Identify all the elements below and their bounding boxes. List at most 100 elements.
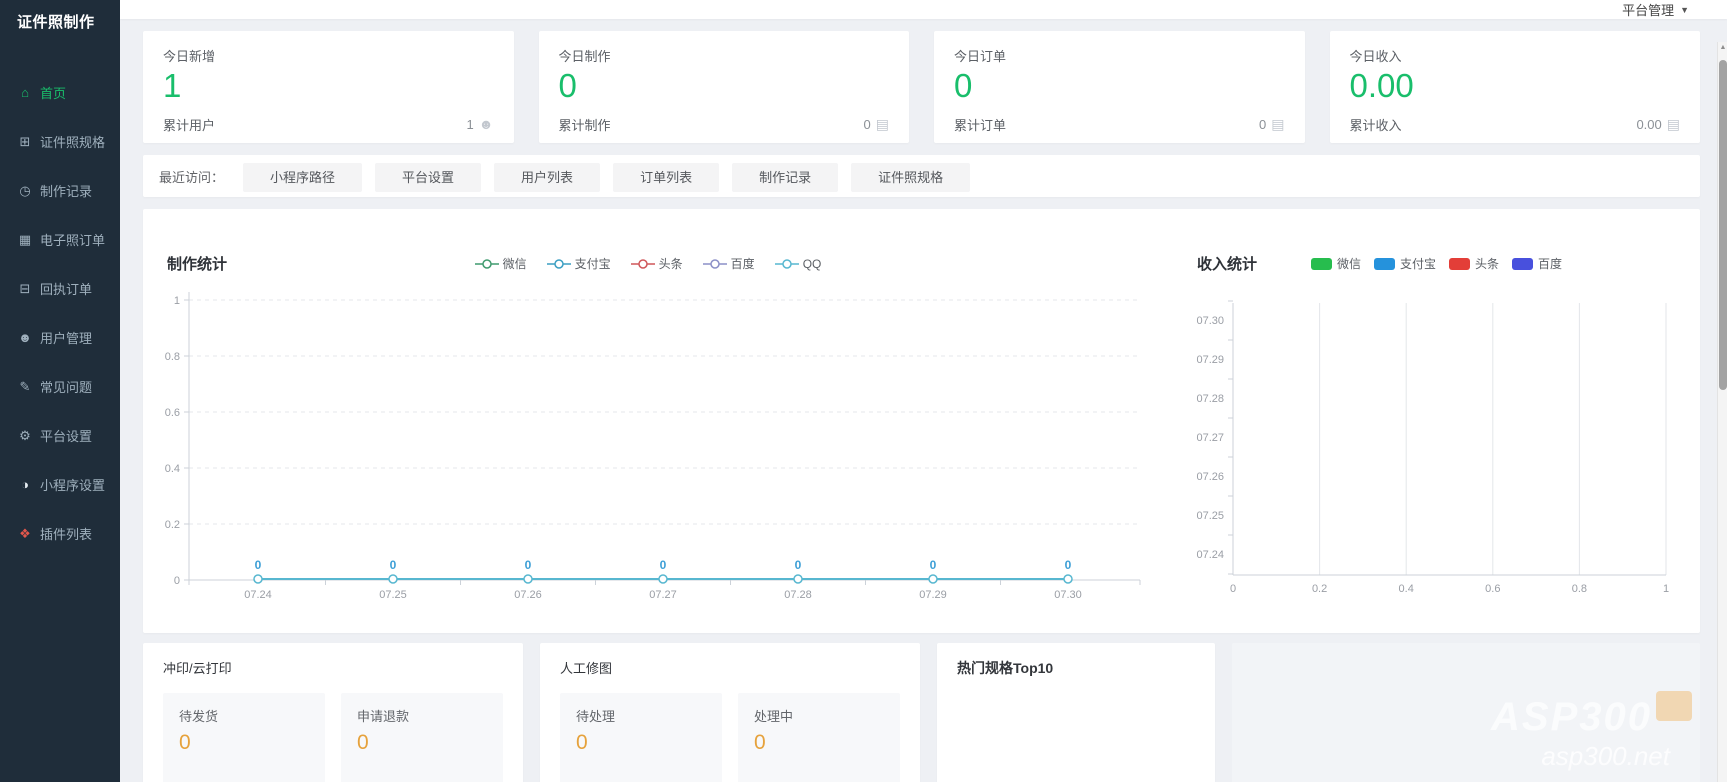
plugin-icon: ❖ <box>17 526 33 542</box>
vertical-scrollbar[interactable]: ▲ <box>1717 42 1727 782</box>
sub-stat-value: 0 <box>179 731 309 755</box>
stat-total-number: 0 <box>1259 117 1266 132</box>
sidebar-item-4[interactable]: ▦ 电子照订单 <box>0 215 120 264</box>
sub-cards: 待发货 0 申请退款 0 <box>163 693 503 782</box>
svg-text:07.25: 07.25 <box>1196 510 1224 522</box>
svg-text:0.8: 0.8 <box>1572 583 1587 595</box>
sidebar-item-10[interactable]: ❖ 插件列表 <box>0 509 120 558</box>
sidebar-item-label: 插件列表 <box>40 524 92 543</box>
charts-canvas: 00.20.40.60.8107.2407.2507.2607.2707.280… <box>143 209 1700 633</box>
caret-down-icon: ▼ <box>1680 5 1689 15</box>
sidebar-item-label: 常见问题 <box>40 377 92 396</box>
sidebar-item-1[interactable]: ⌂ 首页 <box>0 68 120 117</box>
platform-admin-label: 平台管理 <box>1622 0 1674 19</box>
stat-value: 1 <box>163 66 494 106</box>
stat-total-row: 累计订单0▤ <box>954 115 1285 134</box>
sidebar-item-9[interactable]: ◑小程序设置 <box>0 460 120 509</box>
stat-total-label: 累计订单 <box>954 115 1006 134</box>
sub-stat-label: 待处理 <box>576 706 706 725</box>
recent-visits-bar: 最近访问： 小程序路径平台设置用户列表订单列表制作记录证件照规格 <box>143 155 1700 197</box>
svg-text:07.28: 07.28 <box>784 589 812 601</box>
sidebar-item-5[interactable]: ⊟回执订单 <box>0 264 120 313</box>
svg-text:07.29: 07.29 <box>1196 354 1224 366</box>
stat-value: 0 <box>954 66 1285 106</box>
sub-stat-待处理: 待处理 0 <box>560 693 722 782</box>
stat-label: 今日制作 <box>559 46 890 65</box>
sidebar-item-2[interactable]: ⊞证件照规格 <box>0 117 120 166</box>
stats-row: 今日新增1累计用户1☻今日制作0累计制作0▤今日订单0累计订单0▤今日收入0.0… <box>143 31 1700 143</box>
sub-stat-label: 处理中 <box>754 706 884 725</box>
table-icon: ▦ <box>17 232 33 248</box>
sub-stat-label: 申请退款 <box>357 706 487 725</box>
svg-text:07.28: 07.28 <box>1196 393 1224 405</box>
sidebar-item-label: 用户管理 <box>40 328 92 347</box>
quick-link-3[interactable]: 用户列表 <box>494 163 600 192</box>
stat-value: 0.00 <box>1350 66 1681 106</box>
watermark-url: asp300.net <box>1541 741 1670 772</box>
sub-stat-处理中: 处理中 0 <box>738 693 900 782</box>
watermark-panel: ASP300asp300.net <box>1232 643 1700 782</box>
quick-link-2[interactable]: 平台设置 <box>375 163 481 192</box>
stat-card-2: 今日制作0累计制作0▤ <box>539 31 910 143</box>
sidebar-item-label: 平台设置 <box>40 426 92 445</box>
svg-text:0.4: 0.4 <box>1399 583 1414 595</box>
stat-card-4: 今日收入0.00累计收入0.00▤ <box>1330 31 1701 143</box>
stat-total-label: 累计制作 <box>559 115 611 134</box>
svg-text:0: 0 <box>1230 583 1236 595</box>
clipboard-icon: ▤ <box>1271 116 1284 133</box>
quick-link-4[interactable]: 订单列表 <box>613 163 719 192</box>
svg-text:07.25: 07.25 <box>379 589 407 601</box>
bottom-panels-row: 冲印/云打印待发货0申请退款0人工修图待处理0处理中0热门规格Top10ASP3… <box>143 643 1700 782</box>
stat-total-value: 1☻ <box>467 116 494 132</box>
main-area: 平台管理 ▼ 今日新增1累计用户1☻今日制作0累计制作0▤今日订单0累计订单0▤… <box>120 0 1727 782</box>
panel-title: 热门规格Top10 <box>957 658 1195 678</box>
stat-total-number: 1 <box>467 117 474 132</box>
sidebar-item-label: 电子照订单 <box>40 230 105 249</box>
stat-total-label: 累计用户 <box>163 115 215 134</box>
sub-stat-value: 0 <box>357 731 487 755</box>
stat-total-row: 累计收入0.00▤ <box>1350 115 1681 134</box>
stat-label: 今日新增 <box>163 46 494 65</box>
home-icon: ⌂ <box>17 85 33 100</box>
sub-stat-value: 0 <box>576 731 706 755</box>
svg-text:07.30: 07.30 <box>1196 315 1224 327</box>
scroll-up-icon[interactable]: ▲ <box>1718 44 1727 51</box>
sidebar-item-7[interactable]: ✎ 常见问题 <box>0 362 120 411</box>
stat-total-row: 累计制作 0▤ <box>559 115 890 134</box>
sub-stat-value: 0 <box>754 731 884 755</box>
recent-visits-label: 最近访问： <box>159 167 224 186</box>
stat-total-value: 0▤ <box>1259 116 1284 133</box>
sub-stat-申请退款: 申请退款 0 <box>341 693 503 782</box>
svg-text:07.26: 07.26 <box>1196 471 1224 483</box>
sub-stat-label: 待发货 <box>179 706 309 725</box>
panel-title: 冲印/云打印 <box>163 658 503 677</box>
svg-text:0: 0 <box>174 575 180 587</box>
sub-stat-待发货: 待发货 0 <box>163 693 325 782</box>
platform-admin-dropdown[interactable]: 平台管理 ▼ <box>1622 0 1689 19</box>
stat-label: 今日收入 <box>1350 46 1681 65</box>
svg-text:07.24: 07.24 <box>244 589 272 601</box>
grid-icon: ⊞ <box>17 134 33 150</box>
svg-text:1: 1 <box>174 295 180 307</box>
sidebar-item-label: 小程序设置 <box>40 475 105 494</box>
quick-link-1[interactable]: 小程序路径 <box>243 163 362 192</box>
scrollbar-thumb[interactable] <box>1719 60 1727 390</box>
stat-total-number: 0.00 <box>1636 117 1661 132</box>
sidebar-item-3[interactable]: ◷制作记录 <box>0 166 120 215</box>
quick-link-5[interactable]: 制作记录 <box>732 163 838 192</box>
faq-doc-icon: ✎ <box>17 379 33 395</box>
sidebar-item-label: 制作记录 <box>40 181 92 200</box>
svg-text:07.27: 07.27 <box>649 589 677 601</box>
sidebar-item-label: 首页 <box>40 83 66 102</box>
stat-total-value: 0▤ <box>864 116 889 133</box>
sidebar-item-8[interactable]: ⚙平台设置 <box>0 411 120 460</box>
svg-text:0: 0 <box>1065 558 1072 572</box>
panel-3: 热门规格Top10 <box>937 643 1215 782</box>
sidebar-item-6[interactable]: ☻用户管理 <box>0 313 120 362</box>
stat-card-1: 今日新增1累计用户1☻ <box>143 31 514 143</box>
recent-visit-links: 小程序路径平台设置用户列表订单列表制作记录证件照规格 <box>230 167 970 186</box>
panel-2: 人工修图待处理0处理中0 <box>540 643 920 782</box>
sidebar: 证件照制作 ⌂首页⊞证件照规格◷制作记录▦电子照订单⊟回执订单☻用户管理✎常见问… <box>0 0 120 782</box>
svg-text:0: 0 <box>930 558 937 572</box>
quick-link-6[interactable]: 证件照规格 <box>851 163 970 192</box>
